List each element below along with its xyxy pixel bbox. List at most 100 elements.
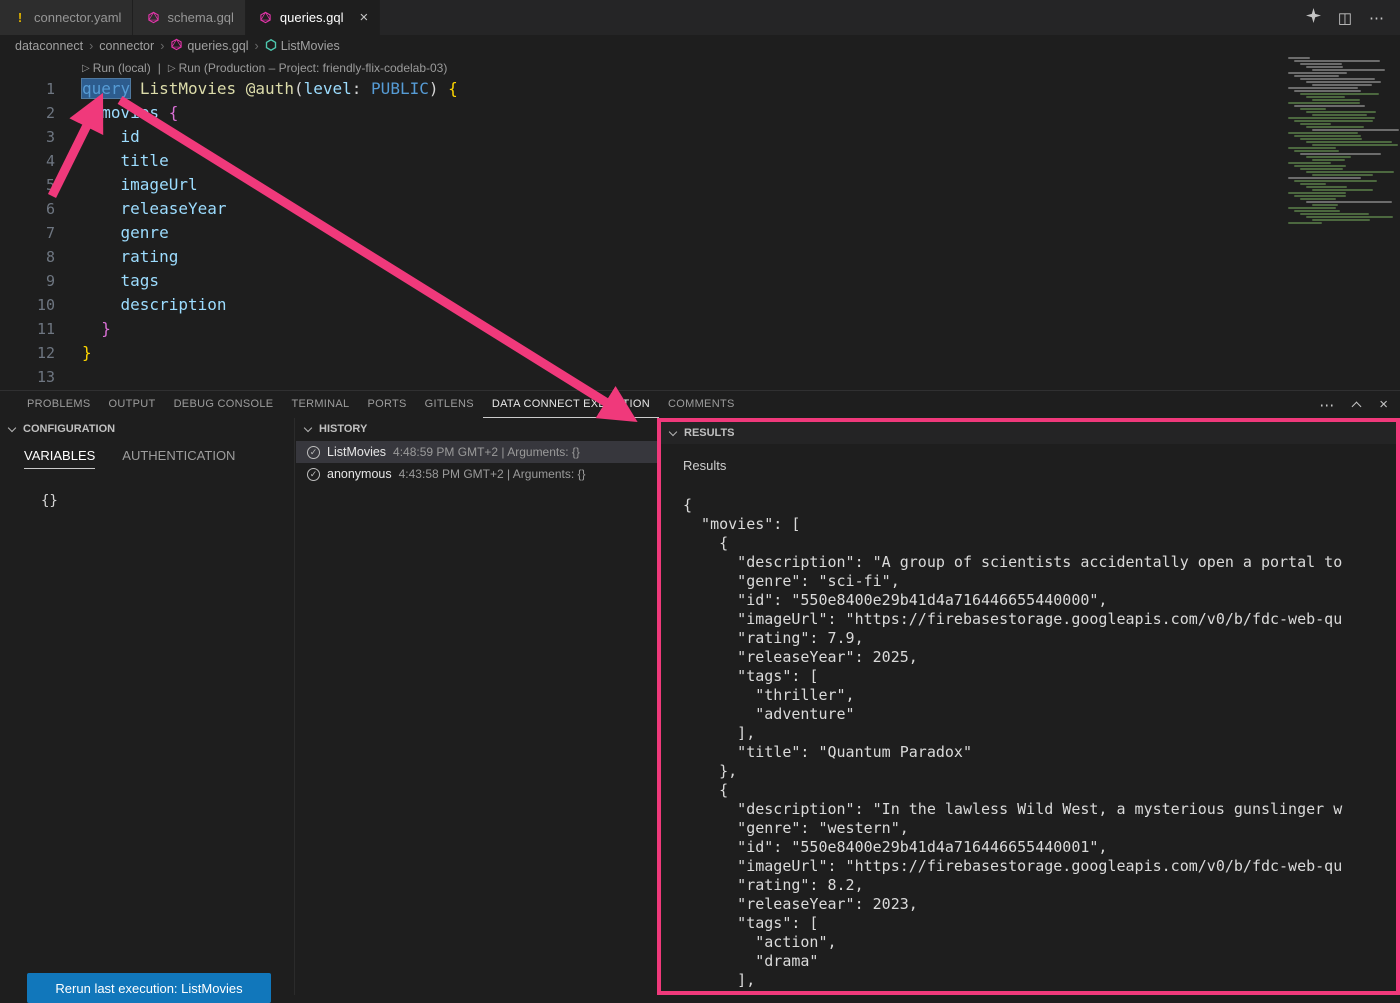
configuration-tab-authentication[interactable]: AUTHENTICATION <box>122 448 235 469</box>
more-actions-icon[interactable]: ⋯ <box>1369 9 1384 27</box>
results-json-line: "id": "550e8400e29b41d4a716446655440000"… <box>683 591 1396 610</box>
configuration-tab-variables[interactable]: VARIABLES <box>24 448 95 469</box>
minimap-line <box>1288 72 1347 74</box>
minimap-line <box>1294 195 1346 197</box>
breadcrumb-item-dataconnect[interactable]: dataconnect <box>15 39 83 53</box>
code-text: query ListMovies @auth(level: PUBLIC) { <box>55 77 458 101</box>
code-token: } <box>82 343 92 362</box>
minimap-line <box>1312 174 1373 176</box>
minimap-line <box>1300 138 1362 140</box>
panel-tab-comments[interactable]: COMMENTS <box>659 391 744 418</box>
line-number: 6 <box>0 197 55 221</box>
code-token: } <box>101 319 111 338</box>
results-json-line: "description": "In the lawless Wild West… <box>683 800 1396 819</box>
minimap-line <box>1312 114 1367 116</box>
breadcrumb-item-ListMovies[interactable]: ListMovies <box>265 39 340 54</box>
panel-tab-terminal[interactable]: TERMINAL <box>282 391 358 418</box>
tab-queries-gql[interactable]: queries.gql× <box>246 0 380 35</box>
minimap-line <box>1288 177 1361 179</box>
results-json[interactable]: { "movies": [ { "description": "A group … <box>683 496 1396 995</box>
minimap-line <box>1300 198 1336 200</box>
panel-tab-gitlens[interactable]: GITLENS <box>416 391 483 418</box>
minimap-line <box>1312 129 1399 131</box>
code-line[interactable]: 3 id <box>0 125 1278 149</box>
check-circle-icon: ✓ <box>307 446 320 459</box>
copilot-icon[interactable] <box>1306 8 1321 27</box>
code-text: genre <box>55 221 169 245</box>
code-line[interactable]: 8 rating <box>0 245 1278 269</box>
code-line[interactable]: 6 releaseYear <box>0 197 1278 221</box>
code-line[interactable]: 7 genre <box>0 221 1278 245</box>
breadcrumb-item-connector[interactable]: connector <box>99 39 154 53</box>
results-json-line: { <box>683 781 1396 800</box>
results-json-line: "thriller", <box>683 686 1396 705</box>
history-header[interactable]: HISTORY <box>296 418 657 440</box>
minimap-line <box>1294 210 1340 212</box>
panel-tab-debug-console[interactable]: DEBUG CONSOLE <box>165 391 283 418</box>
code-token: ListMovies <box>140 79 236 98</box>
minimap-line <box>1288 162 1331 164</box>
code-line[interactable]: 4 title <box>0 149 1278 173</box>
run-production-link[interactable]: ▷ Run (Production – Project: friendly-fl… <box>168 61 448 75</box>
minimap-line <box>1300 213 1369 215</box>
minimap-line <box>1294 120 1373 122</box>
minimap-line <box>1300 63 1342 65</box>
history-section: HISTORY ✓ListMovies4:48:59 PM GMT+2 | Ar… <box>296 418 657 995</box>
close-icon[interactable]: × <box>360 10 369 25</box>
code-line[interactable]: 9 tags <box>0 269 1278 293</box>
tab-connector-yaml[interactable]: !connector.yaml <box>0 0 133 35</box>
results-json-line: }, <box>683 762 1396 781</box>
panel-maximize-icon[interactable] <box>1352 401 1362 411</box>
panel-tab-ports[interactable]: PORTS <box>358 391 415 418</box>
code-token: description <box>121 295 227 314</box>
breadcrumb-item-queries.gql[interactable]: queries.gql <box>170 38 248 54</box>
code-text: } <box>55 317 111 341</box>
symbol-icon <box>265 39 277 54</box>
panel-tab-output[interactable]: OUTPUT <box>100 391 165 418</box>
results-json-line: "genre": "sci-fi", <box>683 572 1396 591</box>
code-line[interactable]: 2 movies { <box>0 101 1278 125</box>
minimap[interactable] <box>1284 57 1398 225</box>
line-number: 13 <box>0 365 55 389</box>
results-json-line: "drama" <box>683 952 1396 971</box>
code-line[interactable]: 13 <box>0 365 1278 389</box>
editor-tabs: !connector.yamlschema.gqlqueries.gql× <box>0 0 380 35</box>
code-token <box>438 79 448 98</box>
code-line[interactable]: 1query ListMovies @auth(level: PUBLIC) { <box>0 77 1278 101</box>
panel-tab-data-connect-execution[interactable]: DATA CONNECT EXECUTION <box>483 391 659 418</box>
code-line[interactable]: 12} <box>0 341 1278 365</box>
minimap-line <box>1294 135 1361 137</box>
results-json-line: "imageUrl": "https://firebasestorage.goo… <box>683 610 1396 629</box>
history-item[interactable]: ✓ListMovies4:48:59 PM GMT+2 | Arguments:… <box>296 441 657 463</box>
configuration-header[interactable]: CONFIGURATION <box>0 418 294 440</box>
minimap-line <box>1306 96 1345 98</box>
minimap-line <box>1288 147 1336 149</box>
line-number: 4 <box>0 149 55 173</box>
minimap-line <box>1288 102 1360 104</box>
code-line[interactable]: 10 description <box>0 293 1278 317</box>
code-token: tags <box>121 271 160 290</box>
codelens: ▷ Run (local) | ▷ Run (Production – Proj… <box>82 59 447 77</box>
minimap-line <box>1306 126 1364 128</box>
history-item[interactable]: ✓anonymous4:43:58 PM GMT+2 | Arguments: … <box>296 463 657 485</box>
results-json-line: ], <box>683 971 1396 990</box>
code-token: releaseYear <box>121 199 227 218</box>
rerun-button[interactable]: Rerun last execution: ListMovies <box>27 973 271 1003</box>
code-editor[interactable]: ▷ Run (local) | ▷ Run (Production – Proj… <box>0 57 1400 390</box>
minimap-line <box>1300 78 1375 80</box>
line-number: 11 <box>0 317 55 341</box>
minimap-line <box>1306 201 1392 203</box>
line-number: 3 <box>0 125 55 149</box>
panel-more-icon[interactable]: ⋯ <box>1319 396 1334 414</box>
code-token <box>82 127 121 146</box>
run-local-link[interactable]: ▷ Run (local) <box>82 61 151 75</box>
panel-close-icon[interactable]: × <box>1379 396 1388 413</box>
tab-schema-gql[interactable]: schema.gql <box>133 0 245 35</box>
code-token: { <box>448 79 458 98</box>
code-line[interactable]: 5 imageUrl <box>0 173 1278 197</box>
split-editor-icon[interactable]: ◫ <box>1338 9 1352 27</box>
results-header[interactable]: RESULTS <box>661 422 1396 444</box>
code-line[interactable]: 11 } <box>0 317 1278 341</box>
results-json-line: "title": "The Lone Outlaw" <box>683 990 1396 995</box>
panel-tab-problems[interactable]: PROBLEMS <box>18 391 100 418</box>
